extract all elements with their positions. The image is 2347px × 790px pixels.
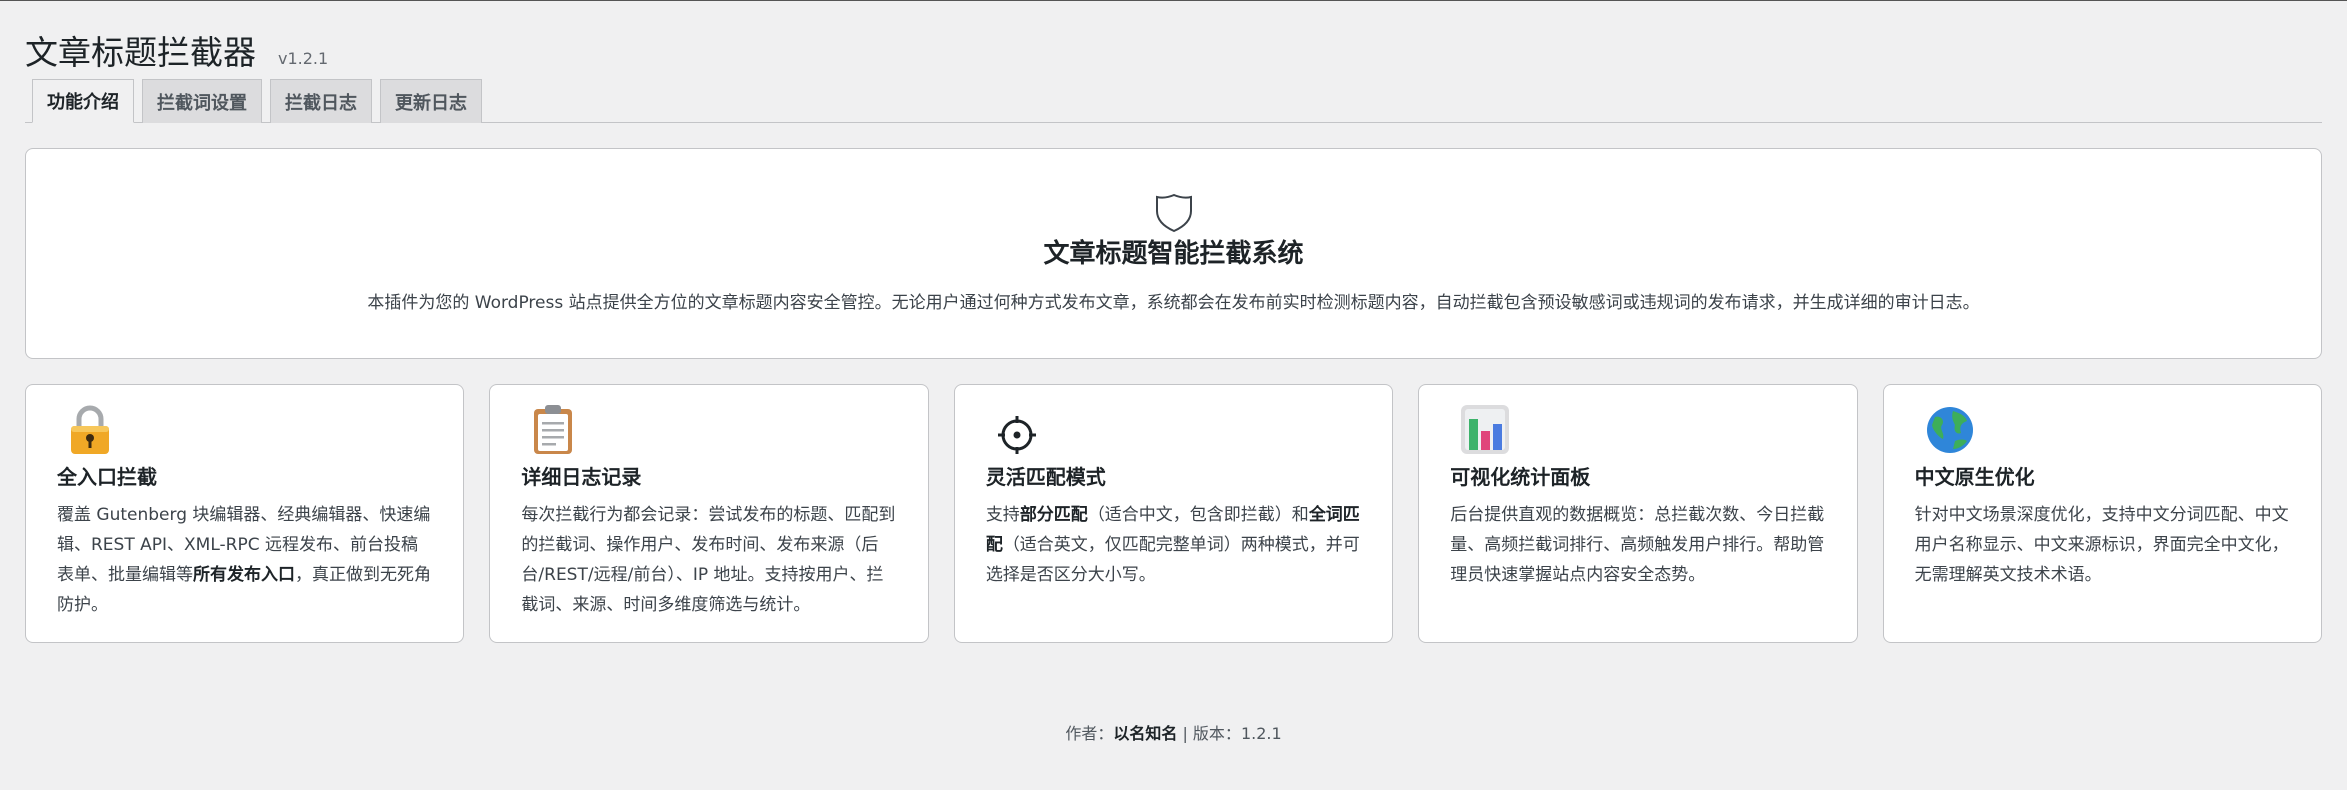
card-title: 中文原生优化 [1914,465,2035,489]
footer-author-label: 作者： [1065,724,1114,743]
card-title: 详细日志记录 [521,465,642,489]
feature-card-match-mode: 灵活匹配模式 支持部分匹配（适合中文，包含即拦截）和全词匹配（适合英文，仅匹配完… [953,384,1394,643]
version-label: v1.2.1 [278,49,329,68]
shield-icon [1155,193,1192,233]
card-description: 针对中文场景深度优化，支持中文分词匹配、中文用户名称显示、中文来源标识，界面完全… [1914,505,2289,585]
card-title: 可视化统计面板 [1450,465,1591,489]
card-description: 后台提供直观的数据概览：总拦截次数、今日拦截量、高频拦截词排行、高频触发用户排行… [1450,505,1825,585]
card-title: 全入口拦截 [57,465,157,489]
hero-title: 文章标题智能拦截系统 [1043,239,1304,269]
tab-intercept-log[interactable]: 拦截日志 [270,79,372,123]
hero-panel: 文章标题智能拦截系统 本插件为您的 WordPress 站点提供全方位的文章标题… [25,148,2322,359]
footer-version: 1.2.1 [1240,724,1282,743]
hero-description: 本插件为您的 WordPress 站点提供全方位的文章标题内容安全管控。无论用户… [367,293,1980,313]
page-title: 文章标题拦截器 [25,33,256,72]
tab-features[interactable]: 功能介绍 [32,79,134,123]
feature-card-stats: 可视化统计面板 后台提供直观的数据概览：总拦截次数、今日拦截量、高频拦截词排行、… [1418,384,1858,643]
clipboard-icon [521,403,896,455]
feature-card-log: 详细日志记录 每次拦截行为都会记录：尝试发布的标题、匹配到的拦截词、操作用户、发… [489,384,929,643]
title-row: 文章标题拦截器 v1.2.1 [25,1,2322,72]
feature-card-chinese: 中文原生优化 针对中文场景深度优化，支持中文分词匹配、中文用户名称显示、中文来源… [1882,384,2323,643]
footer-version-label: 版本： [1192,724,1241,743]
feature-cards: 全入口拦截 覆盖 Gutenberg 块编辑器、经典编辑器、快速编辑、REST … [25,384,2323,643]
page: 文章标题拦截器 v1.2.1 功能介绍 拦截词设置 拦截日志 更新日志 文章标题… [0,1,2347,744]
card-title: 灵活匹配模式 [985,465,1106,489]
feature-card-all-entry: 全入口拦截 覆盖 Gutenberg 块编辑器、经典编辑器、快速编辑、REST … [25,384,465,643]
footer-separator: | [1177,724,1193,743]
card-description: 每次拦截行为都会记录：尝试发布的标题、匹配到的拦截词、操作用户、发布时间、发布来… [521,505,896,615]
globe-icon [1915,403,2290,455]
card-description: 支持部分匹配（适合中文，包含即拦截）和全词匹配（适合英文，仅匹配完整单词）两种模… [985,505,1360,585]
card-description: 覆盖 Gutenberg 块编辑器、经典编辑器、快速编辑、REST API、XM… [57,505,431,615]
bar-chart-icon [1450,403,1825,455]
footer-author: 以名知名 [1113,724,1178,743]
tab-changelog[interactable]: 更新日志 [380,79,482,123]
lock-icon [57,403,432,455]
tab-keyword-settings[interactable]: 拦截词设置 [142,79,262,123]
footer: 作者：以名知名 | 版本：1.2.1 [25,720,2322,744]
target-icon [986,403,1361,455]
tab-bar: 功能介绍 拦截词设置 拦截日志 更新日志 [25,67,2322,123]
